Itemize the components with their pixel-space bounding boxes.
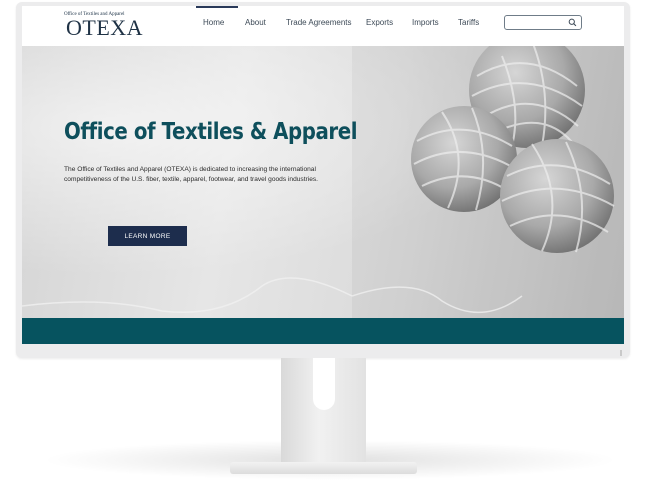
logo-wordmark[interactable]: OTEXA bbox=[66, 17, 143, 39]
search-input[interactable] bbox=[504, 15, 582, 30]
nav-exports[interactable]: Exports bbox=[366, 18, 393, 27]
teal-footer-band bbox=[22, 318, 624, 344]
yarn-ball-right bbox=[500, 139, 615, 253]
learn-more-button[interactable]: LEARN MORE bbox=[108, 226, 187, 246]
monitor-screen: Office of Textiles and Apparel OTEXA Hom… bbox=[22, 6, 624, 344]
hero-description: The Office of Textiles and Apparel (OTEX… bbox=[64, 166, 318, 183]
hero-title: Office of Textiles & Apparel bbox=[64, 119, 358, 145]
monitor-stand-base bbox=[230, 462, 417, 474]
nav-home[interactable]: Home bbox=[195, 6, 239, 27]
nav-about[interactable]: About bbox=[245, 18, 266, 27]
yarn-strand bbox=[22, 277, 352, 314]
monitor-stand-cutout bbox=[313, 358, 335, 410]
nav-tariffs[interactable]: Tariffs bbox=[458, 18, 479, 27]
nav-trade-agreements[interactable]: Trade Agreements bbox=[286, 18, 352, 27]
search-icon[interactable] bbox=[568, 18, 577, 27]
site-header: Office of Textiles and Apparel OTEXA Hom… bbox=[22, 6, 624, 46]
yarn-balls-image bbox=[352, 46, 624, 318]
monitor-indicator bbox=[620, 350, 622, 356]
nav-imports[interactable]: Imports bbox=[412, 18, 439, 27]
hero-banner: Office of Textiles & Apparel The Office … bbox=[22, 46, 624, 318]
